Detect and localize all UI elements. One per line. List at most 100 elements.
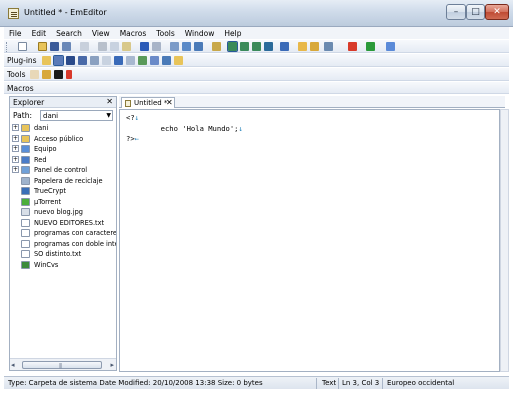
scroll-thumb[interactable]: ||| (22, 361, 102, 369)
status-cursor-position: Ln 3, Col 3 (342, 379, 380, 387)
plugin-explorer-icon[interactable] (42, 56, 51, 65)
expand-plus-icon[interactable]: + (12, 134, 19, 142)
scroll-right-arrow-icon[interactable]: ▸ (110, 361, 114, 369)
toolbar-grip[interactable] (6, 42, 8, 52)
plugin-spell-check-icon[interactable] (138, 56, 147, 65)
plugin-html-bar-icon[interactable] (78, 56, 87, 65)
status-separator (338, 378, 339, 389)
menu-tools[interactable]: Tools (151, 27, 179, 39)
find-next-icon[interactable] (182, 42, 191, 51)
tool-settings-icon[interactable] (30, 70, 39, 79)
print-icon[interactable] (80, 42, 89, 51)
run-macro-icon[interactable] (366, 42, 375, 51)
maximize-button[interactable]: □ (466, 4, 485, 20)
expand-plus-icon[interactable]: + (12, 155, 19, 163)
menu-macros[interactable]: Macros (115, 27, 152, 39)
undo-icon[interactable] (140, 42, 149, 51)
path-dropdown[interactable]: dani ▼ (40, 110, 113, 121)
tree-item-icon (21, 166, 30, 174)
tools-icon[interactable] (386, 42, 395, 51)
plugin-commands-icon[interactable] (150, 56, 159, 65)
main-toolbar (4, 39, 509, 53)
customize-icon[interactable] (310, 42, 319, 51)
expand-plus-icon[interactable]: + (12, 166, 19, 173)
code-text: <? (126, 113, 135, 122)
tree-item-label: programas con caracteres ra (34, 229, 116, 237)
editor-vertical-scrollbar[interactable] (500, 109, 509, 372)
plugins-toolbar-label: Plug-ins (7, 56, 37, 65)
explorer-tree[interactable]: + dani + Acceso público + Equipo + Red + Panel de… (10, 123, 116, 357)
explorer-title: Explorer (13, 98, 45, 107)
cut-icon[interactable] (98, 42, 107, 51)
close-button[interactable]: ✕ (485, 4, 509, 20)
plugin-snippets-icon[interactable] (90, 56, 99, 65)
menu-file[interactable]: File (4, 27, 27, 39)
code-line[interactable]: echo 'Hola Mundo';↓ (126, 124, 243, 133)
app-icon[interactable] (8, 8, 19, 19)
plugin-find-bar-icon[interactable] (162, 56, 171, 65)
text-editor[interactable]: <?↓ echo 'Hola Mundo';↓ ?>← (119, 109, 500, 372)
copy-icon[interactable] (110, 42, 119, 51)
record-macro-icon[interactable] (348, 42, 357, 51)
find-icon[interactable] (170, 42, 179, 51)
tool-external-icon[interactable] (66, 70, 72, 79)
wrap-chars-icon[interactable] (252, 42, 261, 51)
plugin-projects-icon[interactable] (114, 56, 123, 65)
title-bar[interactable]: Untitled * - EmEditor – □ ✕ (0, 0, 513, 27)
font-icon[interactable] (324, 42, 333, 51)
explorer-header: Explorer ✕ (10, 97, 116, 108)
tree-item-icon (21, 145, 30, 153)
plugin-outline-icon[interactable] (53, 55, 64, 66)
plugin-web-preview-icon[interactable] (126, 56, 135, 65)
redo-icon[interactable] (152, 42, 161, 51)
open-folder-icon[interactable] (38, 42, 47, 51)
menu-help[interactable]: Help (219, 27, 246, 39)
highlight-icon[interactable] (212, 42, 221, 51)
wrap-none-icon[interactable] (227, 41, 238, 52)
tools-toolbar-label: Tools (7, 70, 26, 79)
tree-item-icon (21, 155, 30, 164)
plugin-character-code-icon[interactable] (66, 56, 75, 65)
paste-icon[interactable] (122, 42, 131, 51)
tab-close-icon[interactable]: ✕ (166, 98, 173, 107)
code-line[interactable]: <?↓ (126, 113, 139, 122)
chevron-down-icon[interactable]: ▼ (106, 111, 111, 121)
status-file-info: Type: Carpeta de sistema Date Modified: … (8, 379, 263, 387)
plugins-toolbar: Plug-ins (4, 53, 509, 67)
plugin-word-count-icon[interactable] (102, 56, 111, 65)
configuration-icon[interactable] (280, 42, 289, 51)
tree-item-label: Red (34, 155, 47, 164)
wrap-window-icon[interactable] (240, 42, 249, 51)
menu-edit[interactable]: Edit (27, 27, 52, 39)
tree-item-label: TrueCrypt (34, 187, 66, 195)
tree-item-icon (21, 208, 30, 216)
code-line[interactable]: ?>← (126, 134, 139, 143)
status-mode: Text (322, 379, 337, 387)
tab-untitled[interactable]: Untitled * ✕ (121, 97, 175, 108)
tool-command-prompt-icon[interactable] (54, 70, 63, 79)
plugin-open-documents-icon[interactable] (174, 56, 183, 65)
scroll-left-arrow-icon[interactable]: ◂ (11, 361, 15, 369)
new-file-icon[interactable] (18, 42, 27, 51)
status-bar: Type: Carpeta de sistema Date Modified: … (4, 376, 509, 389)
explorer-horizontal-scrollbar[interactable]: ◂ ||| ▸ (10, 358, 116, 370)
path-label: Path: (13, 111, 33, 120)
code-text: ?> (126, 134, 135, 143)
save-all-icon[interactable] (62, 42, 71, 51)
macros-toolbar-label: Macros (7, 84, 34, 93)
explorer-close-icon[interactable]: ✕ (106, 97, 113, 106)
find-previous-icon[interactable] (194, 42, 203, 51)
tool-run-icon[interactable] (42, 70, 51, 79)
expand-plus-icon[interactable]: + (12, 145, 19, 152)
expand-plus-icon[interactable]: + (12, 124, 19, 131)
menu-window[interactable]: Window (180, 27, 220, 39)
minimize-button[interactable]: – (446, 4, 466, 20)
tree-item-icon (21, 239, 30, 248)
properties-icon[interactable] (298, 42, 307, 51)
line-end-marker-icon: ↓ (238, 124, 243, 133)
save-icon[interactable] (50, 42, 59, 51)
wrap-page-icon[interactable] (264, 42, 273, 51)
menu-search[interactable]: Search (51, 27, 87, 39)
tab-label: Untitled * (134, 99, 168, 107)
menu-view[interactable]: View (87, 27, 115, 39)
